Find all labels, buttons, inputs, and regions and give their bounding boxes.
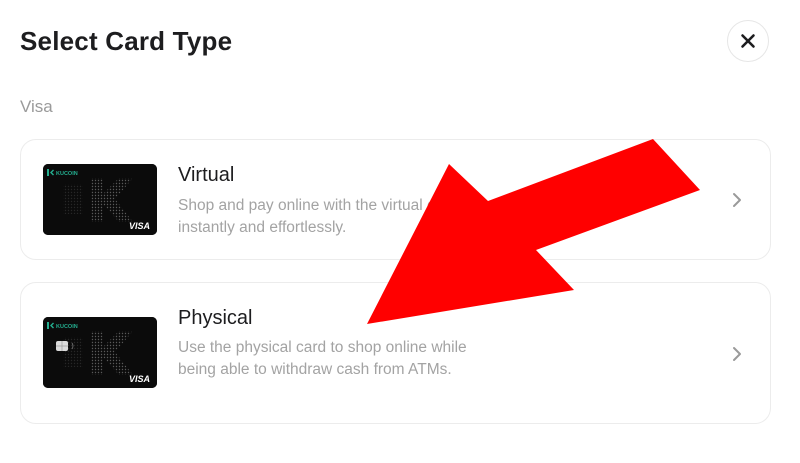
physical-card-image: KUCOIN VISA [43, 317, 157, 388]
svg-text:KUCOIN: KUCOIN [56, 171, 78, 177]
chevron-right-icon [733, 193, 741, 207]
virtual-card-image: KUCOIN VISA [43, 164, 157, 235]
close-icon [741, 34, 755, 48]
option-description: Use the physical card to shop online whi… [178, 339, 467, 378]
svg-text:VISA: VISA [129, 221, 150, 231]
select-card-type-dialog: Select Card Type Visa KUCOIN VISA Virtua… [0, 0, 800, 463]
option-description: Shop and pay online with the virtual car… [178, 197, 462, 236]
option-title: Virtual [178, 164, 235, 186]
svg-text:VISA: VISA [129, 374, 150, 384]
page-title: Select Card Type [20, 26, 233, 56]
section-label: Visa [20, 97, 53, 116]
option-physical-card[interactable]: KUCOIN VISA Physical Use the physical ca… [20, 282, 771, 424]
option-title: Physical [178, 307, 253, 329]
option-virtual-card[interactable]: KUCOIN VISA Virtual Shop and pay online … [20, 139, 771, 260]
chevron-right-icon [733, 347, 741, 361]
close-button[interactable] [727, 20, 769, 62]
svg-text:KUCOIN: KUCOIN [56, 324, 78, 330]
